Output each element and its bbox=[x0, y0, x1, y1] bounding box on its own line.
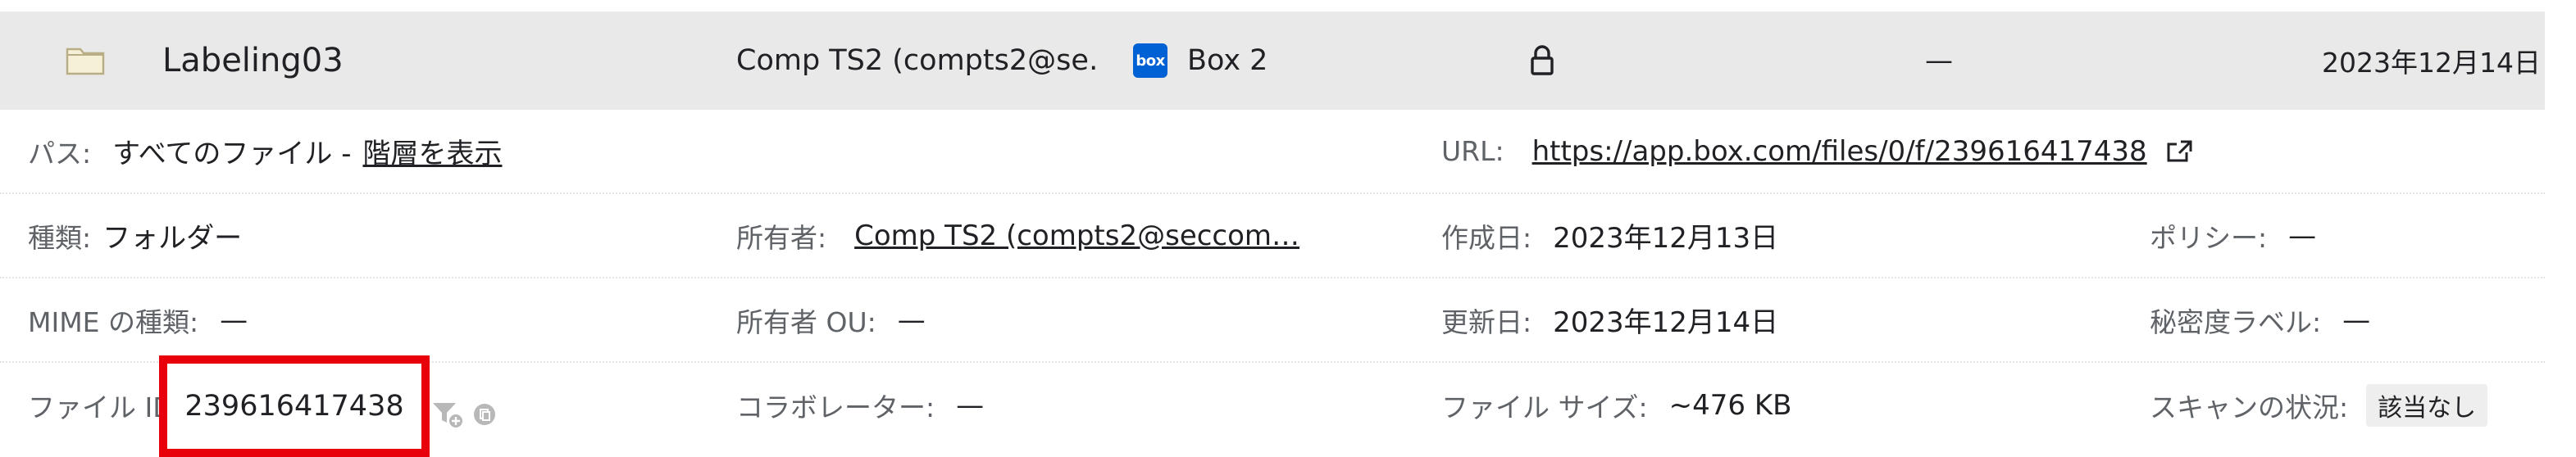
owner-ou-label: 所有者 OU: bbox=[736, 305, 876, 338]
updated-label: 更新日: bbox=[1441, 305, 1532, 338]
external-link-icon[interactable] bbox=[2165, 139, 2193, 164]
source-cell: box Box 2 bbox=[1133, 11, 1268, 110]
path-label: パス: bbox=[28, 137, 92, 170]
details-row-mime: MIME の種類: — 所有者 OU: — 更新日: 2023年12月14日 秘… bbox=[0, 278, 2545, 363]
sensitivity-value: — bbox=[2342, 303, 2371, 337]
file-id-actions bbox=[431, 400, 497, 432]
url-link[interactable]: https://app.box.com/files/0/f/2396164174… bbox=[1532, 135, 2147, 168]
file-name[interactable]: Labeling03 bbox=[162, 11, 344, 110]
url-label: URL: bbox=[1441, 135, 1504, 167]
collaborators-label: コラボレーター: bbox=[736, 391, 935, 423]
source-name: Box 2 bbox=[1187, 44, 1268, 77]
owner-ou-value: — bbox=[897, 303, 926, 337]
type-value: フォルダー bbox=[102, 222, 243, 255]
file-id-label: ファイル ID bbox=[28, 391, 174, 423]
file-id-value[interactable]: 239616417438 bbox=[184, 390, 403, 423]
filter-add-icon[interactable] bbox=[431, 400, 464, 432]
owner-cell: Comp TS2 (compts2@se… bbox=[736, 44, 1097, 77]
owner-link[interactable]: Comp TS2 (compts2@seccom… bbox=[854, 219, 1299, 252]
path-value: すべてのファイル - bbox=[112, 138, 352, 170]
mime-label: MIME の種類: bbox=[28, 305, 199, 338]
details-row-type: 種類: フォルダー 所有者: Comp TS2 (compts2@seccom…… bbox=[0, 194, 2545, 278]
sensitivity-label: 秘密度ラベル: bbox=[2150, 305, 2322, 338]
folder-icon bbox=[66, 11, 105, 110]
box-logo-icon: box bbox=[1133, 43, 1167, 78]
collaborators-value: — bbox=[956, 388, 985, 422]
type-label: 種類: bbox=[28, 221, 92, 254]
mime-value: — bbox=[220, 303, 248, 337]
scan-label: スキャンの状況: bbox=[2150, 391, 2349, 423]
file-id-highlight: 239616417438 bbox=[159, 355, 430, 457]
scrollbar-gutter bbox=[2545, 0, 2576, 457]
created-value: 2023年12月13日 bbox=[1553, 222, 1779, 255]
modified-date: 2023年12月14日 bbox=[2322, 47, 2541, 79]
owner-label: 所有者: bbox=[736, 221, 827, 254]
size-value: ~476 KB bbox=[1668, 388, 1792, 422]
size-label: ファイル サイズ: bbox=[1441, 391, 1648, 423]
lock-icon bbox=[1530, 11, 1554, 110]
show-hierarchy-link[interactable]: 階層を表示 bbox=[362, 131, 502, 171]
shared-status: — bbox=[1925, 44, 1953, 77]
policy-value: — bbox=[2288, 219, 2317, 252]
created-label: 作成日: bbox=[1441, 221, 1532, 254]
policy-label: ポリシー: bbox=[2150, 221, 2268, 254]
file-list-row[interactable]: Labeling03 Comp TS2 (compts2@se… box Box… bbox=[0, 11, 2545, 110]
scan-status-badge: 該当なし bbox=[2366, 383, 2488, 427]
copy-icon[interactable] bbox=[472, 402, 497, 430]
updated-value: 2023年12月14日 bbox=[1553, 306, 1779, 339]
file-details-page: Labeling03 Comp TS2 (compts2@se… box Box… bbox=[0, 0, 2576, 457]
details-row-path: パス: すべてのファイル - 階層を表示 URL: https://app.bo… bbox=[0, 110, 2545, 194]
